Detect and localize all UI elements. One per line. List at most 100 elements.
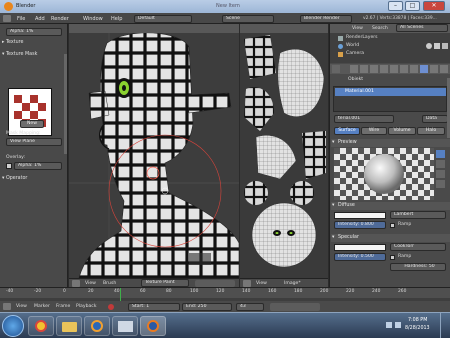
tool-shelf-scrollbar[interactable] [64,54,67,154]
clock-time[interactable]: 7:08 PM [408,318,427,323]
diffuse-color-swatch[interactable] [334,212,386,219]
timeline-ruler[interactable]: -40 -20 0 20 40 60 80 100 120 140 160 18… [0,288,450,301]
timeline[interactable]: -40 -20 0 20 40 60 80 100 120 140 160 18… [0,287,450,313]
viewport-view-menu[interactable]: View [85,281,96,286]
minimize-button[interactable]: – [388,1,403,11]
overlay-alpha-field[interactable]: Alpha: 1% [14,162,62,170]
preview-hair-button[interactable] [436,180,445,188]
menu-window[interactable]: Window [83,16,103,22]
operator-panel-header[interactable]: ▾ Operator [2,176,66,184]
overlay-checkbox[interactable] [6,163,12,169]
current-frame-marker[interactable] [120,288,121,301]
render-tab-icon[interactable] [350,65,358,73]
app-taskbar-button[interactable] [112,316,138,336]
diffuse-shader-dropdown[interactable]: Lambert [390,211,446,219]
timeline-editor-icon[interactable] [3,303,11,310]
new-texture-button[interactable]: New [20,120,44,128]
outliner-item-world[interactable]: World [346,43,359,48]
blender-taskbar-button[interactable] [140,316,166,336]
uv-texture-map[interactable] [240,33,328,278]
maximize-button[interactable]: □ [405,1,420,11]
outliner-view-menu[interactable]: View [352,26,363,31]
tab-volume[interactable]: Volume [388,127,416,135]
menu-help[interactable]: Help [111,16,122,22]
mask-texture-preview[interactable] [8,88,52,136]
tray-volume-icon[interactable] [395,322,401,328]
material-datablock-field[interactable]: terial.001 [334,115,394,123]
scene-tab-icon[interactable] [360,65,368,73]
editor-type-icon[interactable] [72,280,80,287]
uv-image-editor[interactable]: View Image* [240,24,328,287]
material-slot-selected[interactable]: Material.001 [335,88,446,96]
media-taskbar-button[interactable] [84,316,110,336]
menu-add[interactable]: Add [35,16,45,22]
particles-tab-icon[interactable] [440,65,448,73]
preview-section-header[interactable]: Preview [331,139,450,147]
uv-editor-type-icon[interactable] [243,280,251,287]
3d-viewport[interactable]: View Brush Texture Paint [69,24,239,287]
specular-section-header[interactable]: Specular [331,234,450,242]
constraints-tab-icon[interactable] [390,65,398,73]
uv-view-menu[interactable]: View [256,281,267,286]
outliner-item-renderlayers[interactable]: RenderLayers [346,35,378,40]
info-editor-icon[interactable] [3,15,11,22]
mode-dropdown[interactable]: Texture Paint [141,279,189,287]
timeline-playback-menu[interactable]: Playback [76,304,97,309]
specular-color-swatch[interactable] [334,244,386,251]
end-frame-field[interactable]: End: 250 [182,303,232,311]
specular-ramp-checkbox[interactable] [390,255,395,260]
render-toggle-icon[interactable] [442,43,448,49]
record-icon[interactable] [108,304,114,310]
screen-layout-dropdown[interactable]: Default [134,15,192,23]
properties-editor-icon[interactable] [332,65,340,73]
world-tab-icon[interactable] [370,65,378,73]
scene-dropdown[interactable]: Scene [222,15,274,23]
uv-image-menu[interactable]: Image* [284,281,301,286]
timeline-frame-menu[interactable]: Frame [56,304,70,309]
texture-tab-icon[interactable] [430,65,438,73]
tab-halo[interactable]: Halo [417,127,445,135]
render-engine-dropdown[interactable]: Blender Render [300,15,352,23]
tab-wire[interactable]: Wire [361,127,387,135]
timeline-marker-menu[interactable]: Marker [34,304,50,309]
tab-surface[interactable]: Surface [334,127,360,135]
viewport-brush-menu[interactable]: Brush [103,281,116,286]
brush-alpha-field[interactable]: Alpha: 1% [6,28,62,36]
texture-panel-header[interactable]: ▸ Texture [2,40,66,48]
start-frame-field[interactable]: Start: 1 [128,303,180,311]
shading-pivot-buttons[interactable] [195,280,235,287]
chrome-taskbar-button[interactable] [28,316,54,336]
material-tab-icon[interactable] [420,65,428,73]
diffuse-ramp-checkbox[interactable] [390,223,395,228]
clock-date[interactable]: 8/28/2013 [405,326,430,331]
outliner-filter-dropdown[interactable]: All Scenes [396,24,448,32]
preview-monkey-button[interactable] [436,170,445,178]
outliner-item-camera[interactable]: Camera [346,51,364,56]
playback-buttons[interactable] [270,303,320,311]
tray-network-icon[interactable] [386,322,392,328]
timeline-view-menu[interactable]: View [16,304,27,309]
specular-intensity-slider[interactable]: Intensity: 0.500 [334,253,386,261]
hardness-field[interactable]: Hardness: 50 [390,263,446,271]
preview-sphere-button[interactable] [436,150,445,158]
diffuse-section-header[interactable]: Diffuse [331,202,450,210]
preview-cube-button[interactable] [436,160,445,168]
modifiers-tab-icon[interactable] [400,65,408,73]
textured-head-model[interactable] [69,33,239,278]
specular-shader-dropdown[interactable]: CookTorr [390,243,446,251]
menu-render[interactable]: Render [51,16,69,22]
outliner-search-menu[interactable]: Search [372,26,388,31]
show-desktop-button[interactable] [440,313,450,338]
data-tab-icon[interactable] [410,65,418,73]
texture-mask-panel-header[interactable]: ▾ Texture Mask [2,52,66,60]
object-tab-icon[interactable] [380,65,388,73]
material-data-dropdown[interactable]: Data [422,115,448,123]
mask-mapping-dropdown[interactable]: View Plane [6,138,62,146]
start-button[interactable] [2,315,24,337]
folder-taskbar-button[interactable] [56,316,82,336]
diffuse-intensity-slider[interactable]: Intensity: 0.800 [334,221,386,229]
close-button[interactable]: ✕ [423,1,445,11]
menu-file[interactable]: File [17,16,25,22]
visibility-eye-icon[interactable] [426,43,432,49]
current-frame-field[interactable]: 43 [236,303,264,311]
